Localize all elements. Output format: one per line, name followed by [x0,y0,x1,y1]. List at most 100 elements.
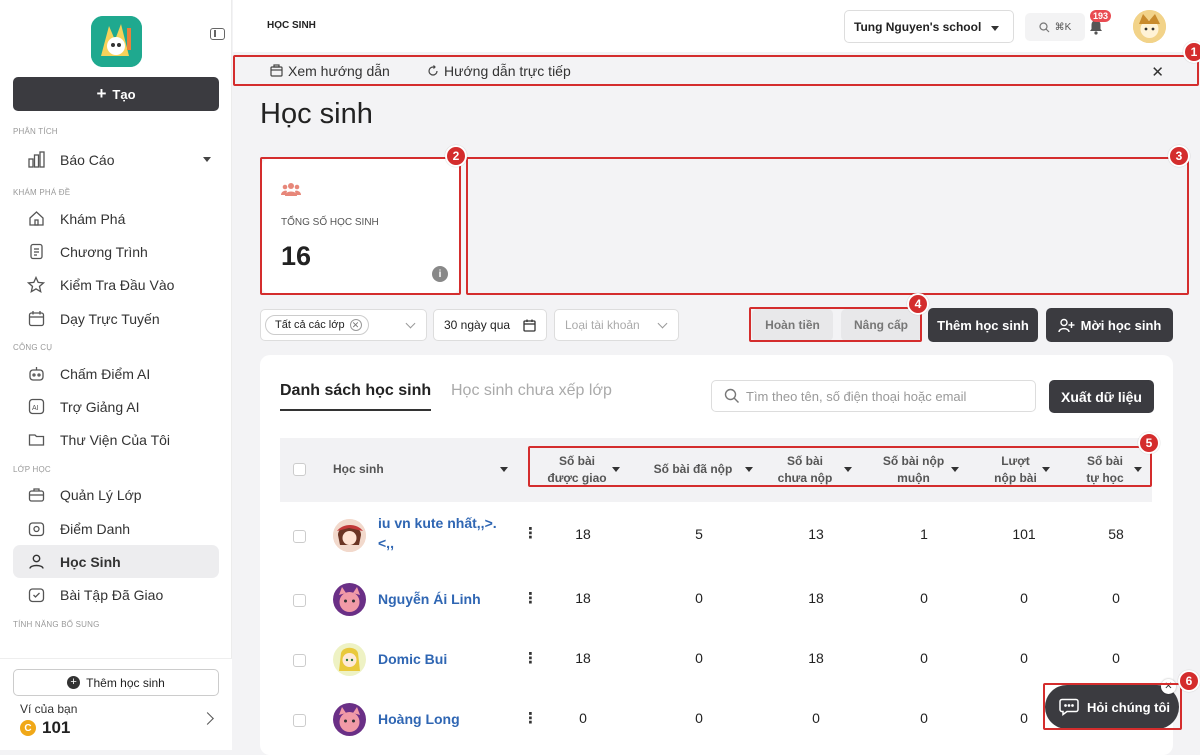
sidebar-item-class-management[interactable]: Quản Lý Lớp [13,478,219,511]
sidebar-item-assignments[interactable]: Bài Tập Đã Giao [13,578,219,611]
create-button[interactable]: + Tạo [13,77,219,111]
section-explore: KHÁM PHÁ ĐỀ [13,188,71,197]
info-icon[interactable]: i [432,266,448,282]
total-students-card: TỔNG SỐ HỌC SINH 16 i [262,159,459,293]
more-options-icon[interactable]: ⋮ [523,649,538,667]
table-row[interactable]: Domic Bui ⋮ 18 0 18 0 0 0 [280,630,1152,690]
cell-submitted: 0 [695,710,703,726]
select-all-checkbox[interactable] [293,463,306,476]
col-attempts[interactable]: Lượt nộp bài [991,438,1050,502]
cell-submitted: 0 [695,590,703,606]
more-options-icon[interactable]: ⋮ [523,524,538,542]
col-assigned-label: Số bài được giao [547,453,607,485]
date-range-filter[interactable]: 30 ngày qua [433,309,547,341]
more-options-icon[interactable]: ⋮ [523,709,538,727]
students-icon [27,553,45,571]
wallet-balance[interactable]: C 101 [20,718,70,738]
create-label: Tạo [112,86,136,102]
watch-guide-label: Xem hướng dẫn [288,62,390,79]
add-user-icon [1057,318,1075,332]
col-assigned[interactable]: Số bài được giao [534,438,620,502]
class-filter-chip[interactable]: Tất cả các lớp ✕ [265,315,369,335]
upgrade-button[interactable]: Nâng cấp [841,309,921,341]
table-row[interactable]: Hoàng Long ⋮ 0 0 0 0 0 [280,690,1152,750]
coin-icon: C [20,720,36,736]
cell-not-submitted: 13 [808,526,824,542]
clear-chip-icon[interactable]: ✕ [349,319,362,331]
refund-button[interactable]: Hoàn tiền [752,309,833,341]
students-panel: Danh sách học sinh Học sinh chưa xếp lớp… [260,355,1173,755]
close-chat-icon[interactable]: ✕ [1161,679,1176,694]
calendar-icon [27,310,45,328]
sidebar-item-students[interactable]: Học Sinh [13,545,219,578]
student-name[interactable]: Hoàng Long [378,710,503,730]
col-student[interactable]: Học sinh [333,438,508,502]
student-name[interactable]: Domic Bui [378,650,503,670]
sidebar-item-ai-assistant[interactable]: AI Trợ Giảng AI [13,390,219,423]
col-attempts-label: Lượt nộp bài [994,453,1037,485]
cell-not-submitted: 18 [808,590,824,606]
account-type-filter[interactable]: Loại tài khoản [554,309,679,341]
sidebar-item-attendance[interactable]: Điểm Danh [13,512,219,545]
row-checkbox[interactable] [293,654,306,667]
more-options-icon[interactable]: ⋮ [523,589,538,607]
sidebar-collapse-icon[interactable] [210,28,225,40]
avatar [333,703,366,736]
add-student-button[interactable]: Thêm học sinh [928,308,1038,342]
live-guide-link[interactable]: Hướng dẫn trực tiếp [427,63,571,79]
close-icon[interactable]: ✕ [1151,63,1164,81]
sidebar-add-student-button[interactable]: + Thêm học sinh [13,669,219,696]
table-row[interactable]: Nguyễn Ái Linh ⋮ 18 0 18 0 0 0 [280,570,1152,630]
cell-attempts: 0 [1020,650,1028,666]
tab-unassigned-students[interactable]: Học sinh chưa xếp lớp [451,382,612,400]
sidebar-item-online-teaching[interactable]: Dạy Trực Tuyến [13,302,219,335]
bell-icon[interactable] [1089,19,1103,40]
school-selector[interactable]: Tung Nguyen's school [844,10,1014,43]
sidebar-item-placement-test[interactable]: Kiểm Tra Đầu Vào [13,268,219,301]
col-student-label: Học sinh [333,462,384,477]
invite-student-button[interactable]: Mời học sinh [1046,308,1173,342]
quick-search-button[interactable]: ⌘K [1025,13,1085,41]
chat-label: Hỏi chúng tôi [1087,699,1171,715]
tab-student-list[interactable]: Danh sách học sinh [280,382,432,411]
table-row[interactable]: iu vn kute nhất,,>.<,, ⋮ 18 5 13 1 101 5… [280,505,1152,565]
export-data-button[interactable]: Xuất dữ liệu [1049,380,1154,413]
table-header: Học sinh Số bài được giao Số bài đã nộp … [280,438,1152,502]
sidebar-item-ai-grading[interactable]: Chấm Điểm AI [13,357,219,390]
sidebar-footer: + Thêm học sinh Ví của bạn C 101 [0,658,232,750]
row-checkbox[interactable] [293,530,306,543]
user-avatar[interactable] [1133,10,1166,43]
cell-attempts: 0 [1020,590,1028,606]
col-self-study[interactable]: Số bài tự học [1082,438,1142,502]
total-students-value: 16 [281,241,312,271]
col-late[interactable]: Số bài nộp muộn [882,438,959,502]
row-checkbox[interactable] [293,714,306,727]
sidebar-item-reports[interactable]: Báo Cáo [13,143,219,176]
student-name[interactable]: Nguyễn Ái Linh [378,590,503,610]
account-type-placeholder: Loại tài khoản [565,318,640,332]
col-not-submitted[interactable]: Số bài chưa nộp [774,438,852,502]
sidebar-item-label: Bài Tập Đã Giao [60,586,164,603]
watch-guide-link[interactable]: Xem hướng dẫn [270,63,390,79]
cell-late: 1 [920,526,928,542]
sidebar-item-program[interactable]: Chương Trình [13,235,219,268]
sidebar-item-label: Chương Trình [60,243,148,260]
student-name[interactable]: iu vn kute nhất,,>.<,, [378,514,503,553]
app-logo[interactable] [91,16,142,67]
student-search-input[interactable]: Tìm theo tên, số điện thoại hoặc email [711,380,1036,412]
chevron-right-icon[interactable] [201,712,214,725]
briefcase-icon [27,486,45,504]
top-bar: HỌC SINH Tung Nguyen's school ⌘K 193 [233,0,1200,52]
page-title: Học sinh [260,98,373,130]
sidebar-item-label: Kiểm Tra Đầu Vào [60,276,175,293]
chevron-down-icon [657,318,668,329]
annotation-marker-4: 4 [907,293,929,315]
sidebar-item-my-library[interactable]: Thư Viện Của Tôi [13,423,219,456]
sidebar-item-explore[interactable]: Khám Phá [13,202,219,235]
row-checkbox[interactable] [293,594,306,607]
class-filter[interactable]: Tất cả các lớp ✕ [260,309,427,341]
class-chip-label: Tất cả các lớp [275,319,345,331]
sidebar-item-label: Chấm Điểm AI [60,365,151,382]
ask-us-chat-button[interactable]: Hỏi chúng tôi [1045,685,1179,729]
col-submitted[interactable]: Số bài đã nộp [645,438,753,502]
